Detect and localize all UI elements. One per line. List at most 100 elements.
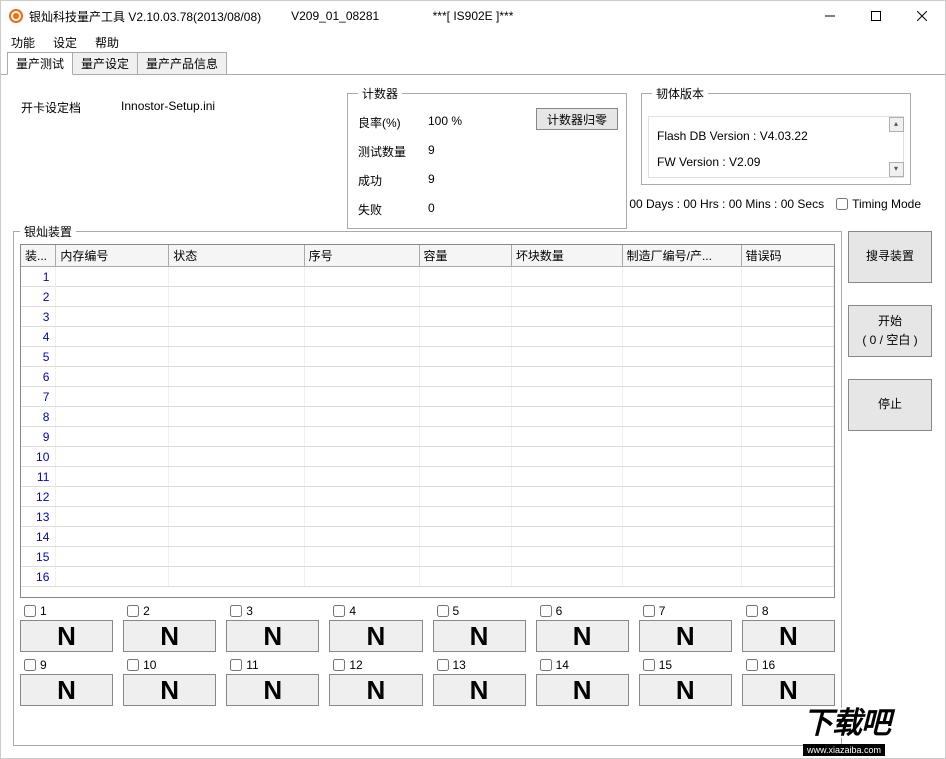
minimize-button[interactable]: [807, 1, 853, 31]
ok-value: 9: [428, 172, 488, 189]
slot-number: 14: [556, 658, 569, 672]
table-row[interactable]: 11: [21, 467, 834, 487]
scroll-up-icon[interactable]: ▴: [889, 117, 904, 132]
timing-mode-checkbox[interactable]: [836, 198, 848, 210]
table-row[interactable]: 16: [21, 567, 834, 587]
slot-checkbox[interactable]: [24, 659, 36, 671]
timing-mode-label[interactable]: Timing Mode: [836, 197, 921, 211]
slot-checkbox[interactable]: [127, 605, 139, 617]
menu-function[interactable]: 功能: [11, 34, 35, 51]
slot-checkbox[interactable]: [333, 659, 345, 671]
table-row[interactable]: 9: [21, 427, 834, 447]
start-button[interactable]: 开始 ( 0 / 空白 ): [848, 305, 932, 357]
slot: 5N: [433, 604, 526, 652]
slot-number: 15: [659, 658, 672, 672]
cell: [511, 267, 622, 287]
col-serial[interactable]: 序号: [304, 245, 419, 267]
menu-help[interactable]: 帮助: [95, 34, 119, 51]
title-device: ***[ IS902E ]***: [433, 9, 514, 23]
search-device-button[interactable]: 搜寻装置: [848, 231, 932, 283]
cell: [304, 287, 419, 307]
slot-number: 3: [246, 604, 253, 618]
table-row[interactable]: 3: [21, 307, 834, 327]
scroll-down-icon[interactable]: ▾: [889, 162, 904, 177]
slot-checkbox[interactable]: [230, 605, 242, 617]
slot-status-box: N: [639, 674, 732, 706]
cell: [741, 307, 833, 327]
slot-checkbox[interactable]: [437, 605, 449, 617]
table-row[interactable]: 4: [21, 327, 834, 347]
col-mem-id[interactable]: 内存编号: [56, 245, 169, 267]
slot-checkbox[interactable]: [24, 605, 36, 617]
table-row[interactable]: 8: [21, 407, 834, 427]
firmware-scrollbar[interactable]: ▴ ▾: [888, 116, 904, 178]
slot-status-box: N: [433, 674, 526, 706]
cell: [511, 307, 622, 327]
firmware-text: Flash DB Version : V4.03.22 FW Version :…: [648, 116, 904, 178]
cell: [56, 527, 169, 547]
row-index: 2: [21, 287, 56, 307]
cell: [741, 447, 833, 467]
slot-checkbox[interactable]: [540, 659, 552, 671]
table-row[interactable]: 13: [21, 507, 834, 527]
cell: [169, 447, 304, 467]
slot-number: 2: [143, 604, 150, 618]
cell: [741, 287, 833, 307]
cell: [419, 407, 511, 427]
slot-checkbox[interactable]: [746, 605, 758, 617]
cell: [622, 527, 741, 547]
col-status[interactable]: 状态: [169, 245, 304, 267]
maximize-button[interactable]: [853, 1, 899, 31]
tab-product-info[interactable]: 量产产品信息: [137, 52, 227, 74]
counter-reset-button[interactable]: 计数器归零: [536, 108, 618, 130]
row-index: 1: [21, 267, 56, 287]
table-row[interactable]: 15: [21, 547, 834, 567]
slot-checkbox[interactable]: [437, 659, 449, 671]
slot-checkbox[interactable]: [230, 659, 242, 671]
cell: [622, 367, 741, 387]
table-row[interactable]: 14: [21, 527, 834, 547]
window-controls: [807, 1, 945, 31]
slot-checkbox[interactable]: [127, 659, 139, 671]
tab-settings[interactable]: 量产设定: [72, 52, 138, 74]
table-row[interactable]: 1: [21, 267, 834, 287]
table-row[interactable]: 10: [21, 447, 834, 467]
cell: [169, 287, 304, 307]
slot: 13N: [433, 658, 526, 706]
slot-checkbox[interactable]: [540, 605, 552, 617]
slot: 12N: [329, 658, 422, 706]
table-row[interactable]: 5: [21, 347, 834, 367]
slot-header: 14: [536, 658, 629, 672]
slot: 2N: [123, 604, 216, 652]
table-row[interactable]: 7: [21, 387, 834, 407]
col-capacity[interactable]: 容量: [419, 245, 511, 267]
cell: [511, 467, 622, 487]
col-device[interactable]: 装...: [21, 245, 56, 267]
tab-test[interactable]: 量产测试: [7, 52, 73, 75]
tabbar: 量产测试 量产设定 量产产品信息: [1, 53, 945, 75]
cell: [419, 507, 511, 527]
slot-status-box: N: [742, 620, 835, 652]
card-file-area: 开卡设定档 Innostor-Setup.ini: [13, 85, 333, 116]
menu-settings[interactable]: 设定: [53, 34, 77, 51]
cell: [56, 367, 169, 387]
col-vendor[interactable]: 制造厂编号/产...: [622, 245, 741, 267]
table-row[interactable]: 2: [21, 287, 834, 307]
slot-grid: 1N2N3N4N5N6N7N8N9N10N11N12N13N14N15N16N: [20, 604, 835, 706]
col-bad-blocks[interactable]: 坏块数量: [511, 245, 622, 267]
col-error[interactable]: 错误码: [741, 245, 833, 267]
slot-checkbox[interactable]: [746, 659, 758, 671]
close-button[interactable]: [899, 1, 945, 31]
stop-button[interactable]: 停止: [848, 379, 932, 431]
start-button-line2: ( 0 / 空白 ): [849, 331, 931, 350]
slot-checkbox[interactable]: [643, 659, 655, 671]
slot-header: 4: [329, 604, 422, 618]
cell: [56, 407, 169, 427]
cell: [622, 487, 741, 507]
slot-header: 11: [226, 658, 319, 672]
slot-checkbox[interactable]: [643, 605, 655, 617]
slot-checkbox[interactable]: [333, 605, 345, 617]
table-row[interactable]: 12: [21, 487, 834, 507]
table-row[interactable]: 6: [21, 367, 834, 387]
cell: [169, 467, 304, 487]
